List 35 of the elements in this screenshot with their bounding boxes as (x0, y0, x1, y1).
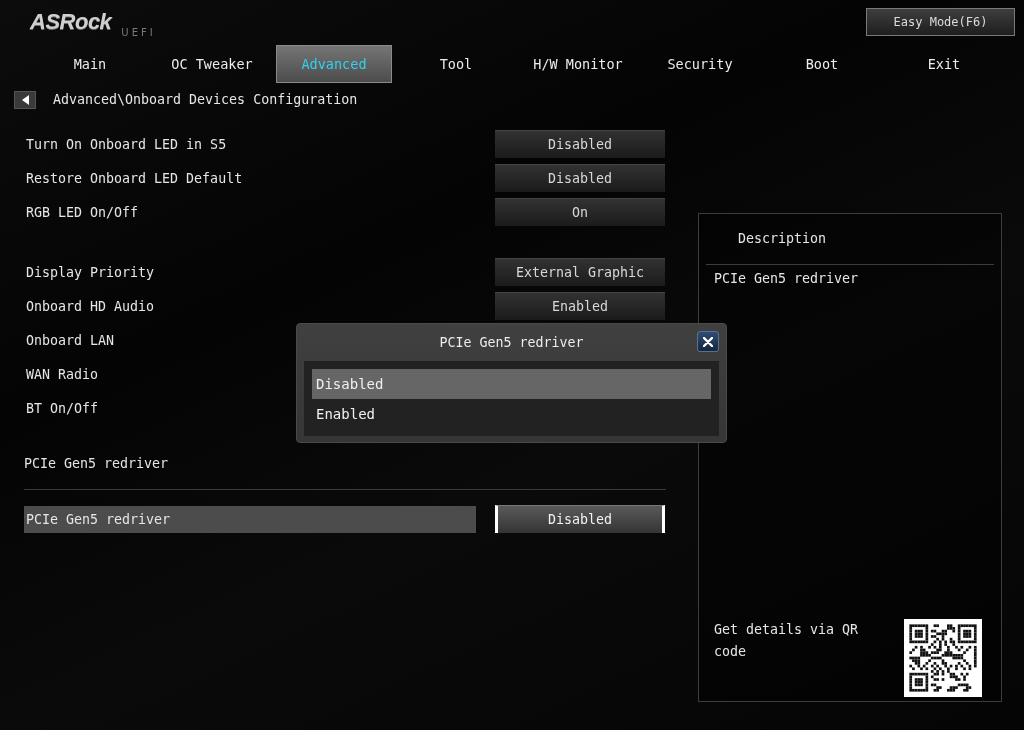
close-icon (703, 336, 713, 347)
close-button[interactable] (697, 331, 719, 352)
setting-value-button[interactable]: Disabled (495, 164, 665, 192)
setting-value-button[interactable]: External Graphic (495, 258, 665, 286)
popup-title: PCIe Gen5 redriver (439, 333, 584, 352)
menu-tab[interactable]: Security (642, 45, 758, 83)
option-item[interactable]: Enabled (312, 399, 711, 429)
setting-value-button[interactable]: Enabled (495, 292, 665, 320)
easy-mode-button[interactable]: Easy Mode(F6) (866, 8, 1015, 36)
section-title: PCIe Gen5 redriver (24, 455, 169, 473)
setting-label[interactable]: PCIe Gen5 redriver (24, 505, 476, 533)
setting-label[interactable]: Onboard HD Audio (24, 292, 476, 320)
uefi-label: UEFI (121, 27, 156, 39)
setting-value-button[interactable]: On (495, 198, 665, 226)
option-item[interactable]: Disabled (312, 369, 711, 399)
description-text: PCIe Gen5 redriver (713, 270, 860, 288)
left-triangle-icon (21, 95, 29, 105)
setting-label[interactable]: RGB LED On/Off (24, 198, 476, 226)
menu-tab[interactable]: Exit (886, 45, 1002, 83)
qr-caption: Get details via QR code (714, 621, 860, 661)
setting-label[interactable]: Turn On Onboard LED in S5 (24, 130, 476, 158)
setting-label[interactable]: Display Priority (24, 258, 476, 286)
menu-tab[interactable]: Tool (398, 45, 514, 83)
menu-tab[interactable]: Main (32, 45, 148, 83)
menu-tab[interactable]: Advanced (276, 45, 392, 83)
back-button[interactable] (14, 91, 36, 109)
menu-tab[interactable]: OC Tweaker (154, 45, 270, 83)
brand-logo: ASRock (30, 10, 112, 34)
setting-value-button[interactable]: Disabled (495, 130, 665, 158)
menu-tab[interactable]: H/W Monitor (520, 45, 636, 83)
setting-value-button[interactable]: Disabled (495, 505, 665, 533)
menu-tab[interactable]: Boot (764, 45, 880, 83)
description-title: Description (738, 230, 827, 248)
breadcrumb-path: Advanced\Onboard Devices Configuration (53, 91, 358, 109)
setting-label[interactable]: Restore Onboard LED Default (24, 164, 476, 192)
